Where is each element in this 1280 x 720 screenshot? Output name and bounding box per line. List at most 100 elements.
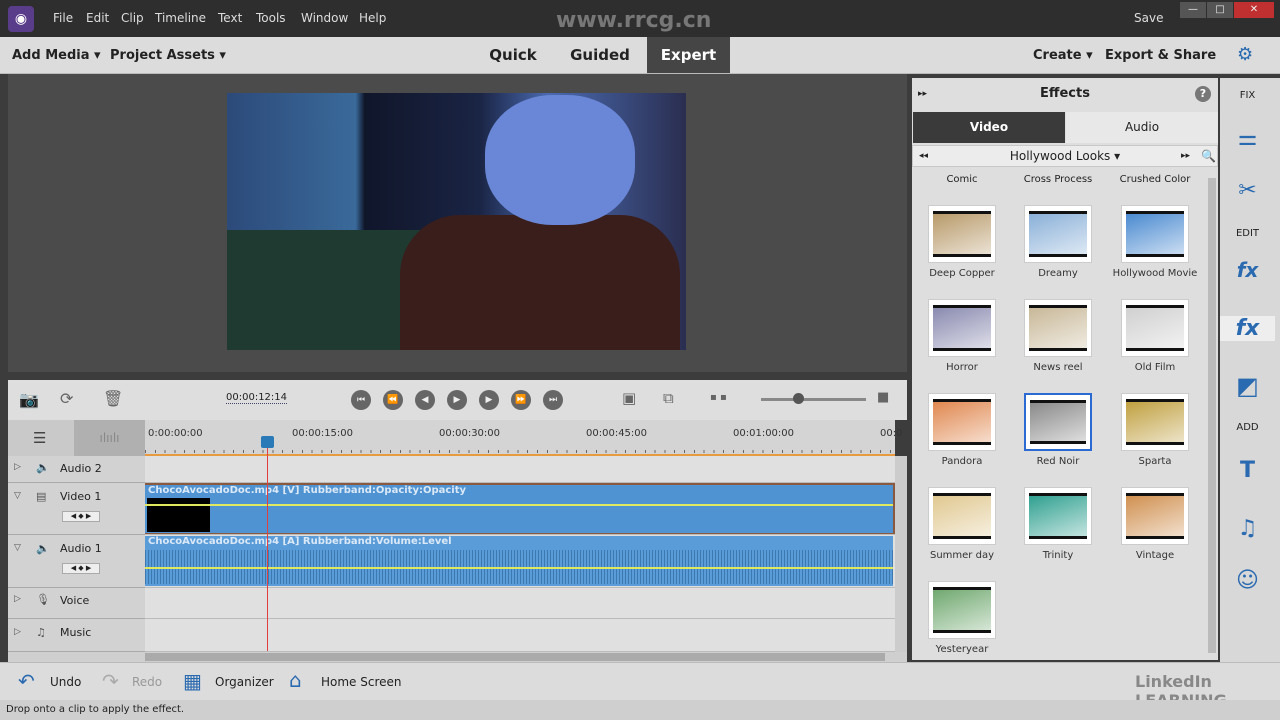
save-button[interactable]: Save [1134,11,1163,25]
snapshot-camera-icon[interactable]: 📷 [19,390,39,409]
next-category-icon[interactable]: ▸▸ [1181,146,1190,166]
redo-icon[interactable]: ↷ [102,669,119,693]
playhead-handle[interactable] [261,436,274,448]
menu-timeline[interactable]: Timeline [155,11,206,25]
settings-gear-icon[interactable]: ⚙ [1237,44,1253,65]
tab-expert[interactable]: Expert [647,37,730,73]
effect-trinity[interactable]: Trinity [1011,487,1105,561]
search-icon[interactable]: 🔍 [1201,146,1216,166]
step-back-button[interactable]: ◀ [415,390,435,410]
go-to-start-button[interactable]: ⏮ [351,390,371,410]
render-icon[interactable]: ▣ [622,389,636,407]
effect-deep-copper[interactable]: Deep Copper [915,205,1009,279]
effect-comic[interactable]: Comic [915,174,1009,185]
effect-cross-process[interactable]: Cross Process [1011,174,1105,185]
titles-text-icon[interactable]: T [1220,458,1275,483]
track-size-icon[interactable]: ☰ [33,429,46,447]
zoom-in-icon[interactable]: ■ [877,390,889,405]
effect-pandora[interactable]: Pandora [915,393,1009,467]
video-clip[interactable]: ChocoAvocadoDoc.mp4 [V] Rubberband:Opaci… [145,485,893,533]
effect-dreamy[interactable]: Dreamy [1011,205,1105,279]
previous-edit-button[interactable]: ⏪ [383,390,403,410]
collapse-panel-icon[interactable]: ▸▸ [918,78,927,110]
organizer-button[interactable]: Organizer [215,675,274,689]
effect-horror[interactable]: Horror [915,299,1009,373]
volume-rubberband[interactable] [145,567,893,569]
current-time[interactable]: 00:00:12:14 [226,392,288,404]
effects-icon[interactable]: fx [1220,316,1275,341]
transitions-icon[interactable]: ◩ [1220,372,1275,400]
category-dropdown[interactable]: ◂◂ Hollywood Looks ▾ ▸▸ 🔍 [912,145,1218,167]
menu-file[interactable]: File [53,11,73,25]
audio-clip[interactable]: ChocoAvocadoDoc.mp4 [A] Rubberband:Volum… [145,536,893,586]
minimize-button[interactable]: — [1180,2,1206,18]
maximize-button[interactable]: □ [1207,2,1233,18]
expand-icon[interactable]: ▷ [14,594,21,604]
home-screen-button[interactable]: Home Screen [321,675,402,689]
undo-icon[interactable]: ↶ [18,669,35,693]
collapse-icon[interactable]: ▽ [14,543,21,553]
scrollbar-thumb[interactable] [145,653,885,661]
zoom-slider[interactable] [761,398,866,401]
effect-crushed-color[interactable]: Crushed Color [1108,174,1202,185]
next-edit-button[interactable]: ⏩ [511,390,531,410]
opacity-rubberband[interactable] [145,504,893,506]
go-to-end-button[interactable]: ⏭ [543,390,563,410]
step-forward-button[interactable]: ▶ [479,390,499,410]
keyframe-navigator[interactable]: ◀ ◆ ▶ [62,563,100,574]
tab-guided[interactable]: Guided [563,37,637,73]
add-media-menu[interactable]: Add Media ▾ [12,48,101,63]
menu-clip[interactable]: Clip [121,11,144,25]
zoom-out-icon[interactable]: ▪ ▪ [710,392,727,403]
collapse-icon[interactable]: ▽ [14,491,21,501]
trash-icon[interactable]: 🗑 [103,389,123,408]
zoom-slider-handle[interactable] [793,393,804,404]
effect-yesteryear[interactable]: Yesteryear [915,581,1009,655]
effect-news-reel[interactable]: News reel [1011,299,1105,373]
redo-button[interactable]: Redo [132,675,162,689]
graphics-smiley-icon[interactable]: ☺ [1220,568,1275,593]
fullscreen-icon[interactable]: ⧉ [663,389,674,407]
menu-help[interactable]: Help [359,11,386,25]
create-menu[interactable]: Create ▾ [1033,48,1093,63]
tools-icon[interactable]: ✂ [1220,178,1275,203]
timeline-horizontal-scrollbar[interactable] [8,652,907,662]
menu-edit[interactable]: Edit [86,11,109,25]
tab-video[interactable]: Video [913,112,1065,143]
previous-category-icon[interactable]: ◂◂ [919,146,928,166]
effect-old-film[interactable]: Old Film [1108,299,1202,373]
tab-quick[interactable]: Quick [478,37,548,73]
expand-icon[interactable]: ▷ [14,462,21,472]
timeline-ruler[interactable]: 0:00:00:00 00:00:15:00 00:00:30:00 00:00… [145,420,902,456]
music-icon[interactable]: ♫ [1220,516,1275,541]
effect-sparta[interactable]: Sparta [1108,393,1202,467]
timeline-vertical-scrollbar[interactable] [895,456,907,652]
effect-red-noir[interactable]: Red Noir [1011,393,1105,467]
effect-hollywood-movie[interactable]: Hollywood Movie [1108,205,1202,279]
organizer-icon[interactable]: ▦ [183,669,202,693]
audio-waveform-icon[interactable]: ılıılı [74,420,145,456]
menu-window[interactable]: Window [301,11,348,25]
menu-text[interactable]: Text [218,11,242,25]
lane-music[interactable] [145,619,895,652]
keyframe-navigator[interactable]: ◀ ◆ ▶ [62,511,100,522]
play-button[interactable]: ▶ [447,390,467,410]
tab-audio[interactable]: Audio [1066,112,1218,143]
adjustments-sliders-icon[interactable]: ⚌ [1220,126,1275,151]
project-assets-menu[interactable]: Project Assets ▾ [110,48,226,63]
effect-vintage[interactable]: Vintage [1108,487,1202,561]
menu-tools[interactable]: Tools [256,11,286,25]
help-icon[interactable]: ? [1195,86,1211,102]
close-button[interactable]: ✕ [1234,2,1274,18]
lane-voice[interactable] [145,588,895,619]
undo-button[interactable]: Undo [50,675,81,689]
home-icon[interactable]: ⌂ [289,668,302,692]
effects-scrollbar[interactable] [1208,178,1216,653]
lane-audio-2[interactable] [145,456,895,483]
expand-icon[interactable]: ▷ [14,627,21,637]
effect-summer-day[interactable]: Summer day [915,487,1009,561]
rotate-icon[interactable]: ⟳ [60,389,73,408]
effect-thumbnail [1121,393,1189,451]
applied-effects-icon[interactable]: fx [1220,258,1275,282]
export-share-menu[interactable]: Export & Share [1105,48,1216,63]
